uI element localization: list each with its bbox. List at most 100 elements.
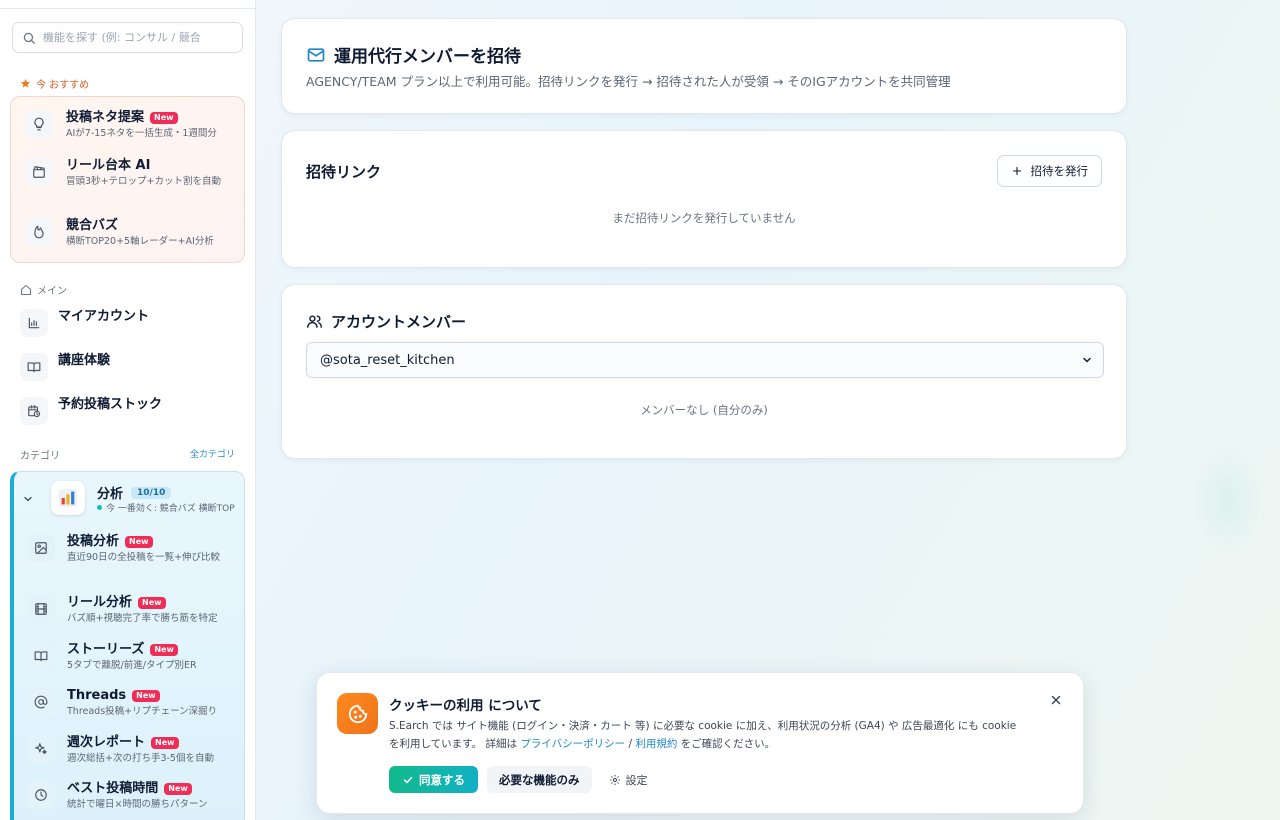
- category-item-reel-analysis[interactable]: リール分析 New バズ順+視聴完了率で勝ち筋を特定: [27, 595, 217, 626]
- sidebar-item-label: 講座体験: [58, 353, 111, 368]
- background-blob: [1192, 446, 1264, 556]
- book-open-icon: [34, 651, 48, 662]
- search-icon: [23, 32, 35, 44]
- main-icon-box: [20, 397, 48, 425]
- category-item-weekly-report[interactable]: 週次レポート New 週次総括+次の打ち手3-5個を自動: [27, 735, 214, 766]
- new-badge: New: [164, 783, 192, 795]
- plus-icon: [1012, 166, 1021, 176]
- cat-icon-box: [27, 534, 55, 562]
- sidebar-item-label: 予約投稿ストック: [58, 397, 163, 412]
- clapperboard-icon: [33, 166, 45, 178]
- cookie-icon-box: [337, 693, 378, 734]
- bar-chart-icon: [28, 317, 40, 329]
- sidebar-item-label: マイアカウント: [58, 309, 150, 324]
- members-empty: メンバーなし (自分のみ): [640, 403, 768, 417]
- chevron-down-icon[interactable]: [22, 493, 34, 505]
- rec-item-competitor-buzz[interactable]: 競合バズ 横断TOP20+5軸レーダー+AI分析: [25, 218, 214, 249]
- cat-item-title: 週次レポート New: [67, 735, 214, 751]
- new-badge: New: [151, 737, 179, 749]
- colored-bar-chart-icon: [58, 488, 78, 508]
- cat-item-title-text: 投稿分析: [67, 534, 120, 549]
- sidebar-item-course[interactable]: 講座体験: [20, 353, 110, 381]
- cat-item-title-text: ストーリーズ: [67, 642, 145, 657]
- category-item-stories[interactable]: ストーリーズ New 5タブで離脱/前進/タイプ別ER: [27, 642, 197, 673]
- recommended-label-text: 今 おすすめ: [36, 80, 90, 91]
- category-item-threads[interactable]: Threads New Threads投稿+リプチェーン深掘り: [27, 688, 217, 719]
- cat-item-sub: Threads投稿+リプチェーン深掘り: [67, 706, 218, 717]
- rec-item-sub: 横断TOP20+5軸レーダー+AI分析: [66, 236, 214, 247]
- sidebar: 今 おすすめ 投稿ネタ提案 New AIが7-15ネタを一括生成・1週間分 リール…: [0, 0, 256, 820]
- cookie-buttons: 同意する 必要な機能のみ 設定: [389, 766, 656, 793]
- account-select[interactable]: @sota_reset_kitchen: [306, 342, 1104, 378]
- privacy-policy-link[interactable]: プライバシーポリシー: [520, 738, 625, 750]
- account-members-title-text: アカウントメンバー: [331, 313, 467, 331]
- main-icon-box: [20, 309, 48, 337]
- invite-links-title: 招待リンク: [306, 163, 382, 181]
- search-box[interactable]: [12, 22, 243, 53]
- new-badge: New: [138, 597, 166, 609]
- new-badge: New: [125, 536, 153, 548]
- cookie-settings-label: 設定: [625, 773, 648, 787]
- all-categories-link[interactable]: 全カテゴリ: [190, 447, 235, 460]
- cookie-title: クッキーの利用 について: [389, 698, 542, 714]
- issue-invite-label: 招待を発行: [1030, 164, 1089, 178]
- agree-button-label: 同意する: [419, 772, 465, 787]
- agree-button[interactable]: 同意する: [389, 766, 478, 793]
- issue-invite-button[interactable]: 招待を発行: [996, 155, 1102, 187]
- rec-item-reel-script[interactable]: リール台本 AI 冒頭3秒+テロップ+カット割を自動: [25, 158, 226, 189]
- account-select-value: @sota_reset_kitchen: [320, 352, 455, 368]
- cat-item-title-text: ベスト投稿時間: [67, 781, 159, 796]
- gear-icon: [609, 774, 620, 785]
- rec-item-title: リール台本 AI: [66, 158, 226, 174]
- flame-icon: [34, 225, 44, 239]
- clock-icon: [35, 789, 47, 801]
- search-input[interactable]: [43, 31, 233, 44]
- cat-icon-box: [27, 688, 55, 716]
- rec-item-sub: AIが7-15ネタを一括生成・1週間分: [66, 128, 217, 139]
- category-sub: 今 一番効く: 競合バズ 横断TOP: [97, 501, 235, 514]
- main-section-label-text: メイン: [37, 286, 67, 297]
- rec-item-sub: 冒頭3秒+テロップ+カット割を自動: [66, 176, 221, 187]
- category-header[interactable]: 分析 10/10 今 一番効く: 競合バズ 横断TOP: [22, 481, 244, 517]
- at-sign-icon: [34, 695, 48, 709]
- new-badge: New: [150, 112, 178, 124]
- cat-icon-box: [27, 595, 55, 623]
- invite-links-empty: まだ招待リンクを発行していません: [612, 211, 796, 225]
- cookie-body-text-2: をご確認ください。: [677, 738, 776, 750]
- users-icon: [307, 315, 322, 328]
- account-members-card: アカウントメンバー @sota_reset_kitchen メンバーなし (自分…: [281, 284, 1127, 459]
- invite-header-card: 運用代行メンバーを招待 AGENCY/TEAM プラン以上で利用可能。招待リンク…: [281, 18, 1127, 114]
- cookie-banner: クッキーの利用 について S.Earch では サイト機能 (ログイン・決済・カ…: [316, 672, 1084, 814]
- category-item-post-analysis[interactable]: 投稿分析 New 直近90日の全投稿を一覧+伸び比較: [27, 534, 232, 565]
- film-icon: [35, 603, 47, 615]
- category-group-analysis: 分析 10/10 今 一番効く: 競合バズ 横断TOP 投稿分析 New 直近90日…: [10, 471, 245, 820]
- image-icon: [35, 542, 47, 554]
- cat-item-sub: 直近90日の全投稿を一覧+伸び比較: [67, 552, 221, 563]
- cat-item-title: 投稿分析 New: [67, 534, 232, 550]
- cookie-settings-button[interactable]: 設定: [601, 766, 656, 793]
- home-icon: [21, 284, 31, 295]
- star-icon: [20, 78, 31, 88]
- category-name: 分析: [97, 487, 124, 502]
- rec-item-title-text: 投稿ネタ提案: [66, 110, 145, 125]
- essential-only-button[interactable]: 必要な機能のみ: [487, 766, 592, 793]
- book-icon: [27, 362, 41, 373]
- cookie-icon: [348, 704, 367, 723]
- cat-item-title: ストーリーズ New: [67, 642, 197, 658]
- recommended-label: 今 おすすめ: [20, 76, 89, 91]
- page-subtitle: AGENCY/TEAM プラン以上で利用可能。招待リンクを発行 → 招待された人…: [306, 74, 951, 89]
- sidebar-item-scheduled-posts[interactable]: 予約投稿ストック: [20, 397, 162, 425]
- calendar-clock-icon: [28, 405, 41, 418]
- cookie-link-separator: /: [625, 738, 636, 750]
- sidebar-item-my-account[interactable]: マイアカウント: [20, 309, 149, 337]
- cat-item-title: リール分析 New: [67, 595, 217, 611]
- category-count-badge: 10/10: [131, 486, 172, 499]
- category-section-label: カテゴリ: [20, 451, 60, 462]
- cat-icon-box: [27, 735, 55, 763]
- new-badge: New: [150, 644, 178, 656]
- terms-link[interactable]: 利用規約: [635, 738, 677, 750]
- close-icon[interactable]: [1049, 693, 1063, 707]
- category-item-best-time[interactable]: ベスト投稿時間 New 統計で曜日×時間の勝ちパターン: [27, 781, 208, 812]
- rec-item-post-ideas[interactable]: 投稿ネタ提案 New AIが7-15ネタを一括生成・1週間分: [25, 110, 217, 141]
- new-badge: New: [132, 690, 160, 702]
